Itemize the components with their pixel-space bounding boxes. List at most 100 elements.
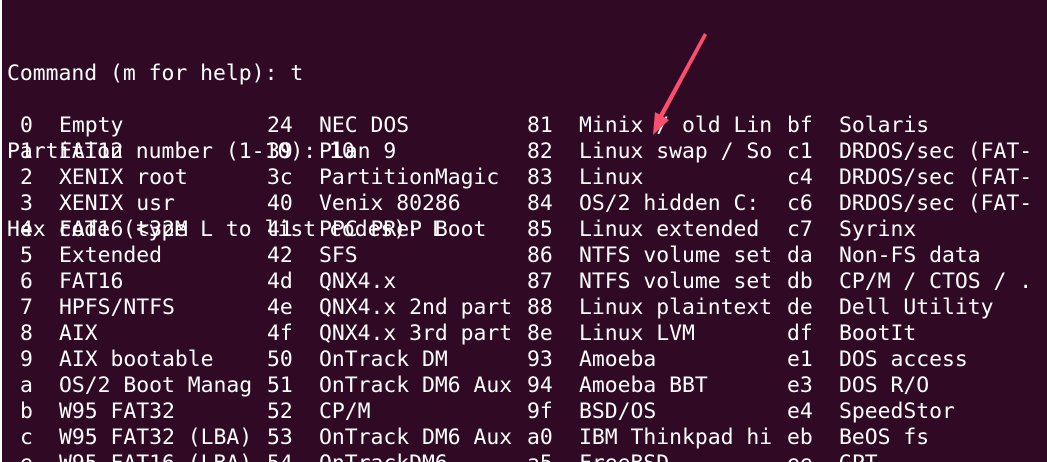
partition-code-hex: 86 xyxy=(527,243,553,268)
table-row: a OS/2 Boot Manag 51 OnTrack DM6 Aux 94 Amoeb… xyxy=(0,373,1047,399)
partition-type-name: HPFS/NTFS xyxy=(59,295,175,320)
table-row: 3 XENIX usr 40 Venix 80286 84 OS/2 hidden C: c… xyxy=(0,191,1047,217)
partition-code-hex: 4e xyxy=(267,295,293,320)
partition-code-hex: 52 xyxy=(267,399,293,424)
table-row: 1 FAT12 39 Plan 9 82 Linux swap / So c1 DRDOS/s… xyxy=(0,139,1047,165)
partition-type-name: AIX xyxy=(59,321,98,346)
partition-code-hex: b xyxy=(20,399,33,424)
partition-code-hex: 50 xyxy=(267,347,293,372)
partition-type-name: SpeedStor xyxy=(839,399,955,424)
partition-code-hex: 5 xyxy=(20,243,33,268)
partition-type-name: XENIX root xyxy=(59,165,188,190)
partition-type-name: OS/2 hidden C: xyxy=(579,191,760,216)
table-row: 7 HPFS/NTFS 4e QNX4.x 2nd part 88 Linux plain… xyxy=(0,295,1047,321)
partition-code-hex: 87 xyxy=(527,269,553,294)
partition-codes-list: 0 Empty 24 NEC DOS 81 Minix / old Lin bf Solari… xyxy=(0,113,1047,462)
partition-type-name: OnTrack DM xyxy=(319,347,448,372)
partition-code-hex: 82 xyxy=(527,139,553,164)
command-prompt-line: Command (m for help): t xyxy=(7,61,445,87)
partition-code-hex: 8 xyxy=(20,321,33,346)
partition-type-name: FAT12 xyxy=(59,139,124,164)
partition-code-hex: 9 xyxy=(20,347,33,372)
partition-type-name: QNX4.x xyxy=(319,269,397,294)
prompt-input: t xyxy=(290,61,304,86)
partition-type-name: Linux plaintext xyxy=(579,295,773,320)
partition-code-hex: 54 xyxy=(267,451,293,462)
partition-type-name: BootIt xyxy=(839,321,917,346)
terminal-window[interactable]: Command (m for help): t Partition number… xyxy=(0,0,1047,462)
partition-type-name: XENIX usr xyxy=(59,191,175,216)
partition-type-name: Linux swap / So xyxy=(579,139,773,164)
partition-code-hex: bf xyxy=(787,113,813,138)
partition-type-name: Venix 80286 xyxy=(319,191,461,216)
partition-type-name: Amoeba BBT xyxy=(579,373,708,398)
partition-type-name: OnTrack DM6 Aux xyxy=(319,373,513,398)
partition-type-name: Extended xyxy=(59,243,163,268)
table-row: 6 FAT16 4d QNX4.x 87 NTFS volume set db CP/M / … xyxy=(0,269,1047,295)
partition-code-hex: 8e xyxy=(527,321,553,346)
partition-type-name: CP/M / CTOS / . xyxy=(839,269,1033,294)
partition-code-hex: 94 xyxy=(527,373,553,398)
partition-type-name: QNX4.x 3rd part xyxy=(319,321,513,346)
partition-type-name: NEC DOS xyxy=(319,113,410,138)
partition-type-name: DOS R/O xyxy=(839,373,930,398)
table-row: c W95 FAT32 (LBA) 53 OnTrack DM6 Aux a0 IBM T… xyxy=(0,425,1047,451)
partition-type-name: Amoeba xyxy=(579,347,657,372)
partition-type-name: Non-FS data xyxy=(839,243,981,268)
partition-type-name: Linux LVM xyxy=(579,321,695,346)
partition-code-hex: a xyxy=(20,373,33,398)
partition-code-hex: e xyxy=(20,451,33,462)
partition-type-name: Empty xyxy=(59,113,124,138)
partition-type-name: NTFS volume set xyxy=(579,243,773,268)
partition-code-hex: 9f xyxy=(527,399,553,424)
partition-code-hex: 7 xyxy=(20,295,33,320)
partition-code-hex: db xyxy=(787,269,813,294)
partition-code-hex: 1 xyxy=(20,139,33,164)
partition-type-name: Minix / old Lin xyxy=(579,113,773,138)
partition-code-hex: a5 xyxy=(527,451,553,462)
partition-code-hex: 41 xyxy=(267,217,293,242)
partition-code-hex: c6 xyxy=(787,191,813,216)
table-row: 2 XENIX root 3c PartitionMagic 83 Linux c4 DRDO… xyxy=(0,165,1047,191)
partition-type-name: BSD/OS xyxy=(579,399,657,424)
partition-type-name: Solaris xyxy=(839,113,930,138)
partition-code-hex: 3 xyxy=(20,191,33,216)
partition-type-name: Plan 9 xyxy=(319,139,397,164)
partition-code-hex: df xyxy=(787,321,813,346)
partition-code-hex: da xyxy=(787,243,813,268)
partition-code-hex: 93 xyxy=(527,347,553,372)
arrow-shaft xyxy=(658,33,707,119)
partition-code-hex: 4d xyxy=(267,269,293,294)
partition-code-hex: c1 xyxy=(787,139,813,164)
partition-code-hex: a0 xyxy=(527,425,553,450)
partition-type-name: FreeBSD xyxy=(579,451,669,462)
partition-type-name: PPC PReP Boot xyxy=(319,217,487,242)
partition-type-name: W95 FAT16 (LBA) xyxy=(59,451,252,462)
partition-code-hex: 4f xyxy=(267,321,293,346)
table-row: b W95 FAT32 52 CP/M 9f BSD/OS e4 SpeedStor xyxy=(0,399,1047,425)
partition-type-name: OnTrack DM6 Aux xyxy=(319,425,513,450)
partition-type-name: AIX bootable xyxy=(59,347,214,372)
partition-type-name: PartitionMagic xyxy=(319,165,500,190)
partition-code-hex: 51 xyxy=(267,373,293,398)
partition-code-hex: 53 xyxy=(267,425,293,450)
partition-type-name: CP/M xyxy=(319,399,371,424)
table-row: 9 AIX bootable 50 OnTrack DM 93 Amoeba e1 DOS a… xyxy=(0,347,1047,373)
partition-code-hex: c xyxy=(20,425,33,450)
partition-type-name: W95 FAT32 (LBA) xyxy=(59,425,253,450)
partition-type-name: Syrinx xyxy=(839,217,917,242)
partition-type-name: Dell Utility xyxy=(839,295,994,320)
partition-type-name: FAT16 <32M xyxy=(59,217,188,242)
table-row: 0 Empty 24 NEC DOS 81 Minix / old Lin bf Solari… xyxy=(0,113,1047,139)
partition-code-hex: c7 xyxy=(787,217,813,242)
partition-code-hex: e4 xyxy=(787,399,813,424)
partition-type-name: DRDOS/sec (FAT- xyxy=(839,139,1033,164)
partition-code-hex: 42 xyxy=(267,243,293,268)
partition-code-hex: 4 xyxy=(20,217,33,242)
partition-type-name: DRDOS/sec (FAT- xyxy=(839,165,1033,190)
partition-type-name: BeOS fs xyxy=(839,425,930,450)
partition-code-hex: 6 xyxy=(20,269,33,294)
prompt-label: Command (m for help): xyxy=(7,61,278,86)
partition-code-hex: e1 xyxy=(787,347,813,372)
partition-code-hex: ee xyxy=(787,451,813,462)
